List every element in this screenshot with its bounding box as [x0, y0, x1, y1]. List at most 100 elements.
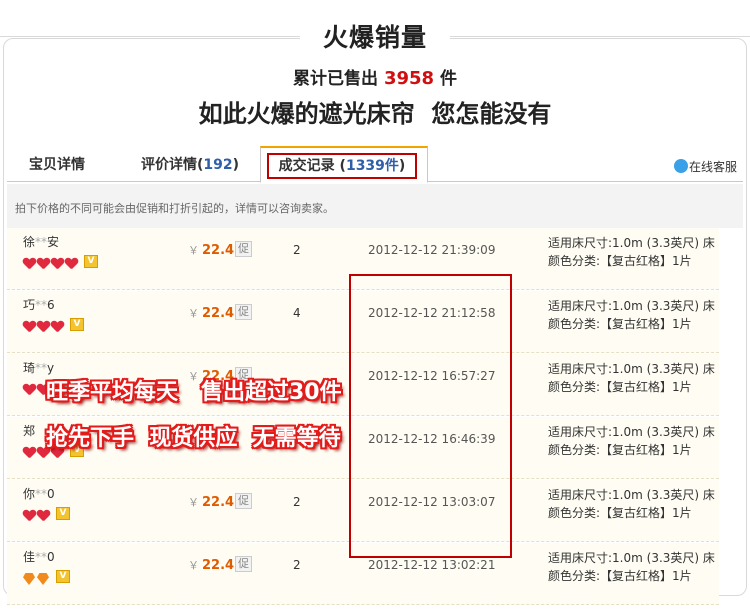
vip-badge-icon: V	[70, 318, 84, 331]
price: ￥ 22.4	[188, 557, 234, 573]
buyer-last-char: 0	[47, 487, 55, 501]
spec-size: 适用床尺寸:1.0m (3.3英尺) 床	[548, 488, 715, 502]
tab-label: 宝贝详情	[29, 157, 85, 173]
spec-color: 颜色分类:【复古红格】1片	[548, 506, 692, 520]
buyer-rank: V	[23, 507, 70, 521]
buyer-first-char: 你	[23, 487, 36, 501]
transaction-time: 2012-12-12 21:39:09	[368, 243, 496, 257]
spec-size: 适用床尺寸:1.0m (3.3英尺) 床	[548, 299, 715, 313]
buyer-first-char: 佳	[23, 550, 36, 564]
buyer-first-char: 郑	[23, 424, 36, 438]
buyer-mask: **	[35, 361, 48, 375]
sold-count: 3958	[383, 68, 435, 89]
heart-icon	[65, 258, 78, 270]
heart-icon	[23, 258, 36, 270]
spec-size: 适用床尺寸:1.0m (3.3英尺) 床	[548, 236, 715, 250]
buyer-mask: **	[35, 550, 48, 564]
buyer-mask: **	[35, 487, 48, 501]
service-label: 在线客服	[688, 160, 737, 174]
promo-badge: 促	[235, 556, 252, 572]
buyer-last-char: y	[47, 361, 55, 375]
tab-reviews[interactable]: 评价详情(192)	[135, 154, 245, 182]
buyer-rank: V	[23, 570, 70, 585]
item-spec: 适用床尺寸:1.0m (3.3英尺) 床颜色分类:【复古红格】1片	[548, 423, 715, 459]
heart-icon	[51, 321, 64, 333]
buyer-first-char: 徐	[23, 235, 36, 249]
transaction-time: 2012-12-12 13:02:21	[368, 558, 496, 572]
promo-badge: 促	[235, 304, 252, 320]
service-chat-icon	[673, 159, 688, 173]
tab-label: 成交记录	[278, 158, 340, 174]
buyer-first-char: 巧	[23, 298, 36, 312]
price-value: 22.4	[202, 558, 235, 573]
heart-icon	[37, 510, 50, 522]
heart-icon	[37, 321, 50, 333]
heart-icon	[23, 384, 36, 396]
price-value: 22.4	[202, 495, 235, 510]
active-tab-highlight: 成交记录 (1339件)	[267, 153, 417, 179]
price-value: 22.4	[202, 243, 235, 258]
spec-color: 颜色分类:【复古红格】1片	[548, 254, 692, 268]
buyer-name: 巧**6	[23, 296, 55, 313]
heart-icon	[37, 258, 50, 270]
price: ￥ 22.4	[188, 305, 234, 321]
diamond-icon	[37, 573, 49, 585]
item-spec: 适用床尺寸:1.0m (3.3英尺) 床颜色分类:【复古红格】1片	[548, 234, 715, 270]
price: ￥ 22.4	[188, 494, 234, 510]
quantity: 2	[293, 243, 301, 257]
currency-symbol: ￥	[188, 559, 199, 572]
heart-icon	[23, 447, 36, 459]
promo-overlay-line1: 旺季平均每天 售出超过30件	[46, 380, 342, 405]
price: ￥ 22.4	[188, 242, 234, 258]
time-highlight-box	[349, 274, 512, 558]
spec-color: 颜色分类:【复古红格】1片	[548, 569, 692, 583]
buyer-name: 郑	[23, 422, 35, 439]
price-value: 22.4	[202, 306, 235, 321]
spec-size: 适用床尺寸:1.0m (3.3英尺) 床	[548, 362, 715, 376]
spec-color: 颜色分类:【复古红格】1片	[548, 317, 692, 331]
buyer-mask: **	[35, 235, 48, 249]
tab-bar: 宝贝详情 评价详情(192) 成交记录 (1339件) 在线客服	[7, 146, 743, 183]
vip-badge-icon: V	[56, 507, 70, 520]
spec-size: 适用床尺寸:1.0m (3.3英尺) 床	[548, 551, 715, 565]
tab-paren-close: )	[398, 158, 406, 174]
sold-unit: 件	[439, 69, 457, 89]
heart-icon	[23, 321, 36, 333]
promo-overlay-line2: 抢先下手 现货供应 无需等待	[46, 426, 341, 451]
vip-badge-icon: V	[84, 255, 98, 268]
currency-symbol: ￥	[188, 307, 199, 320]
online-service-link[interactable]: 在线客服	[673, 158, 737, 175]
slogan: 如此火爆的遮光床帘 您怎能没有	[198, 100, 552, 128]
heart-icon	[23, 510, 36, 522]
price-notice: 拍下价格的不同可能会由促销和打折引起的，详情可以咨询卖家。	[7, 184, 743, 228]
diamond-icon	[23, 573, 35, 585]
review-count: 192	[203, 157, 233, 173]
buyer-first-char: 琦	[23, 361, 36, 375]
sold-summary: 累计已售出 3958 件	[0, 64, 750, 89]
promo-badge: 促	[235, 241, 252, 257]
buyer-last-char: 0	[47, 550, 55, 564]
currency-symbol: ￥	[188, 244, 199, 257]
buyer-last-char: 6	[47, 298, 55, 312]
sold-prefix: 累计已售出	[293, 69, 379, 89]
tab-paren-close: )	[232, 157, 240, 173]
item-spec: 适用床尺寸:1.0m (3.3英尺) 床颜色分类:【复古红格】1片	[548, 360, 715, 396]
buyer-last-char: 安	[47, 235, 60, 249]
promo-badge: 促	[235, 493, 252, 509]
tab-transactions[interactable]: 成交记录 (1339件)	[260, 146, 428, 183]
buyer-name: 你**0	[23, 485, 55, 502]
spec-size: 适用床尺寸:1.0m (3.3英尺) 床	[548, 425, 715, 439]
quantity: 2	[293, 558, 301, 572]
spec-color: 颜色分类:【复古红格】1片	[548, 443, 692, 457]
vip-badge-icon: V	[56, 570, 70, 583]
page-title: 火爆销量	[322, 23, 427, 52]
buyer-name: 佳**0	[23, 548, 55, 565]
tab-label: 评价详情	[140, 157, 197, 173]
spec-color: 颜色分类:【复古红格】1片	[548, 380, 692, 394]
buyer-rank: V	[23, 255, 98, 269]
item-spec: 适用床尺寸:1.0m (3.3英尺) 床颜色分类:【复古红格】1片	[548, 486, 715, 522]
tab-item-details[interactable]: 宝贝详情	[27, 154, 87, 182]
quantity: 2	[293, 495, 301, 509]
buyer-rank: V	[23, 318, 84, 332]
transaction-count: 1339件	[345, 158, 399, 174]
